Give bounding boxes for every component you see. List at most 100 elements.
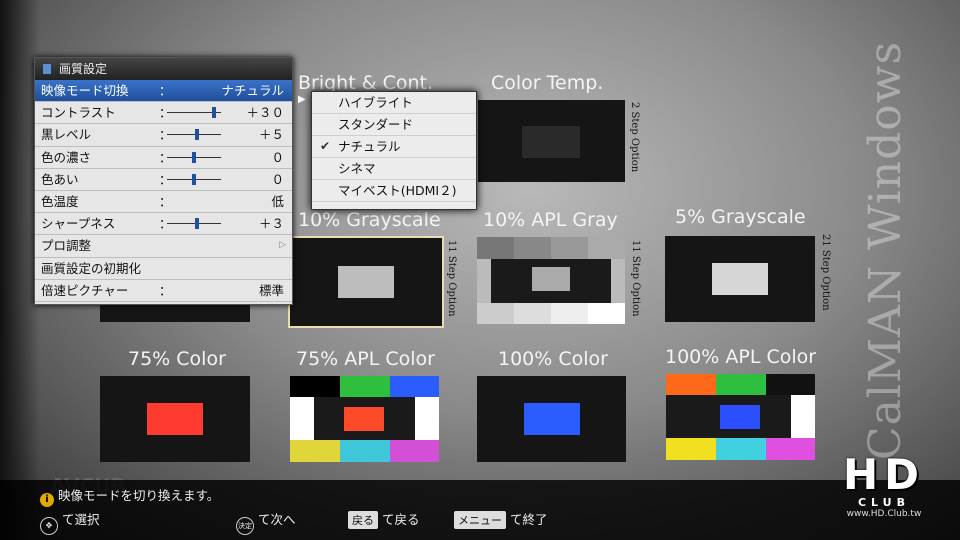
pattern-title-color-temp: Color Temp. — [491, 72, 604, 94]
menu-row-value: ＋３０ — [246, 105, 284, 121]
menu-row-label: 倍速ピクチャー — [41, 282, 129, 298]
menu-row[interactable]: コントラスト：＋３０ — [35, 102, 292, 125]
bar-yellow-2 — [666, 438, 716, 460]
slider-knob[interactable] — [192, 173, 196, 185]
bar-green-2 — [716, 374, 766, 395]
menu-row-slider[interactable] — [167, 129, 221, 141]
menu-row-value: 標準 — [258, 282, 284, 298]
menu-row[interactable]: プロ調整 ▷ — [35, 235, 292, 258]
dropdown-option-label: シネマ — [338, 161, 376, 176]
pattern-color-temp — [478, 100, 625, 182]
bar-blue — [390, 376, 439, 397]
menu-row[interactable]: 映像モード切換 ： ナチュラル — [35, 80, 292, 103]
pattern-option-10-grayscale: 11 Step Option — [446, 240, 457, 317]
pattern-100-apl-color-patch — [720, 405, 760, 429]
check-icon: ✔ — [320, 139, 331, 153]
slider-knob[interactable] — [212, 107, 216, 119]
menu-row-label: コントラスト — [41, 105, 116, 121]
menu-row[interactable]: 色あい： ０ — [35, 169, 292, 191]
pattern-5-grayscale-patch — [712, 263, 768, 295]
bar-black — [290, 376, 340, 397]
menu-row[interactable]: 黒レベル：＋５ — [35, 124, 292, 147]
menu-key: メニュー — [454, 511, 506, 529]
status-message: i 映像モードを切り換えます。 — [40, 485, 219, 507]
pattern-gray-steps-top — [477, 237, 625, 259]
menu-row-colon: ： — [159, 282, 172, 298]
dropdown-option[interactable]: シネマ — [312, 158, 476, 180]
pattern-100-apl-color — [666, 374, 815, 460]
submenu-arrow-icon: ▷ — [279, 240, 286, 251]
dropdown-option[interactable]: ✔ ナチュラル — [312, 136, 476, 158]
menu-row-label: シャープネス — [41, 216, 116, 232]
bar-yellow — [290, 440, 340, 462]
slider-knob[interactable] — [192, 151, 196, 163]
pattern-5-grayscale — [665, 236, 815, 322]
status-message-text: 映像モードを切り換えます。 — [58, 488, 220, 503]
logo-main: HD — [842, 450, 925, 499]
dropdown-option-label: スタンダード — [338, 117, 414, 132]
pattern-100-color — [477, 376, 626, 462]
bar-black-2 — [766, 374, 815, 395]
menu-row-slider[interactable] — [167, 151, 221, 163]
pattern-title-10-grayscale: 10% Grayscale — [298, 209, 441, 231]
menu-row-value: ０ — [271, 149, 284, 165]
bar-white-right — [415, 397, 439, 440]
pattern-75-color-patch — [147, 403, 203, 435]
menu-row[interactable]: 倍速ピクチャー ： 標準 — [35, 280, 292, 302]
pattern-title-5-grayscale: 5% Grayscale — [675, 206, 806, 228]
menu-row-value: ０ — [271, 171, 284, 187]
menu-row-label: 色温度 — [41, 193, 79, 209]
menu-row-slider[interactable] — [167, 218, 221, 230]
pattern-color-temp-patch — [522, 126, 580, 158]
menu-title: 画質設定 — [35, 58, 292, 80]
menu-row-label: 黒レベル — [41, 127, 92, 143]
pattern-title-75-color: 75% Color — [128, 348, 226, 370]
dropdown-option[interactable]: ハイブライト — [312, 92, 476, 114]
pattern-gray-left-bar — [477, 259, 491, 303]
menu-row-label: 映像モード切換 — [41, 83, 129, 98]
menu-rows: 映像モード切換：ナチュラル コントラスト：＋３０ 黒レベル：＋５ 色の濃さ： ０ 色あい：… — [35, 80, 292, 302]
menu-row-value: ＋５ — [258, 127, 284, 143]
menu-row-colon: ： — [159, 83, 172, 98]
info-icon: i — [40, 493, 54, 507]
menu-row-value: ナチュラル — [221, 83, 284, 98]
menu-row-value: 低 — [271, 193, 284, 209]
bar-cyan — [340, 440, 390, 462]
pattern-option-10-apl-gray: 11 Step Option — [630, 240, 641, 317]
pattern-title-75-apl-color: 75% APL Color — [296, 348, 435, 370]
menu-row-label: 色あい — [41, 171, 79, 187]
pattern-gray-right-bar — [611, 259, 625, 303]
menu-row-slider[interactable] — [167, 173, 221, 185]
bar-white-left — [290, 397, 314, 440]
slider-knob[interactable] — [194, 218, 199, 230]
dropdown-option[interactable]: スタンダード — [312, 114, 476, 136]
bar-orange — [666, 374, 716, 395]
menu-row[interactable]: 色の濃さ： ０ — [35, 147, 292, 169]
nav-select-hint: ✥ て選択 — [40, 509, 100, 535]
slider-knob[interactable] — [194, 129, 199, 141]
dropdown-option-label: ハイブライト — [338, 95, 413, 110]
menu-row[interactable]: 色温度 ： 低 — [35, 191, 292, 214]
menu-row[interactable]: シャープネス：＋３ — [35, 213, 292, 236]
pattern-10-grayscale-patch — [338, 266, 394, 298]
menu-row-slider[interactable] — [167, 107, 221, 119]
dropdown-option-label: ナチュラル — [338, 139, 401, 154]
menu-row-value: ＋３ — [258, 216, 284, 232]
pattern-75-color — [100, 376, 250, 462]
nav-back-text: て戻る — [382, 512, 420, 527]
back-key: 戻る — [348, 511, 378, 529]
nav-back-hint: 戻る て戻る — [348, 509, 420, 529]
pattern-title-100-apl-color: 100% APL Color — [665, 346, 817, 368]
menu-row[interactable]: 画質設定の初期化 — [35, 258, 292, 280]
picture-settings-menu: 画質設定 映像モード切換：ナチュラル コントラスト：＋３０ 黒レベル：＋５ 色の濃さ：… — [34, 57, 293, 305]
pattern-100-color-patch — [524, 403, 580, 435]
bar-magenta — [390, 440, 439, 462]
menu-row-colon: ： — [159, 193, 172, 209]
logo-sub: CLUB — [857, 496, 910, 509]
menu-row-label: 画質設定の初期化 — [41, 260, 142, 276]
logo-url: www.HD.Club.tw — [846, 509, 922, 519]
dropdown-items: ハイブライト スタンダード ✔ ナチュラルシネママイベスト(HDMI２) — [312, 92, 476, 202]
bar-cyan-2 — [716, 438, 766, 460]
dropdown-option[interactable]: マイベスト(HDMI２) — [312, 180, 476, 202]
enter-key-icon: 決定 — [236, 517, 254, 535]
